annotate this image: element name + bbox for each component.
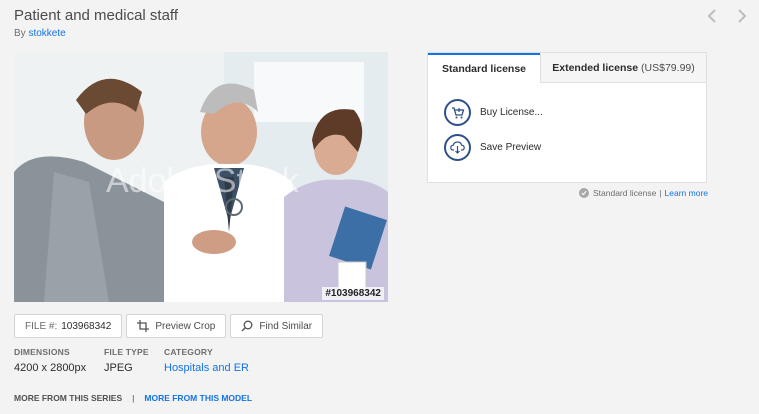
cart-icon — [444, 99, 471, 126]
learn-more-link[interactable]: Learn more — [665, 188, 708, 198]
category-link[interactable]: Hospitals and ER — [164, 362, 249, 374]
tab-extended-label: Extended license — [552, 61, 639, 74]
tab-extended-license[interactable]: Extended license (US$79.99) — [540, 53, 706, 83]
filetype-block: FILE TYPE JPEG — [104, 347, 149, 374]
cloud-download-icon — [444, 134, 471, 161]
save-preview-button[interactable]: Save Preview — [444, 134, 541, 161]
file-id-overlay: #103968342 — [322, 287, 384, 300]
chevron-left-icon[interactable] — [705, 8, 719, 24]
save-preview-label: Save Preview — [480, 142, 542, 153]
license-tabs: Standard license Extended license (US$79… — [428, 53, 706, 83]
tab-standard-license[interactable]: Standard license — [428, 53, 540, 83]
watermark-text: Adobe Stock — [106, 162, 300, 200]
find-similar-button[interactable]: Find Similar — [230, 314, 324, 338]
image-actions: FILE #: 103968342 Preview Crop Find Simi… — [14, 314, 324, 338]
byline: By stokkete — [14, 28, 66, 39]
image-navigation — [705, 8, 749, 24]
dimensions-value: 4200 x 2800px — [14, 362, 87, 374]
buy-license-label: Buy License... — [480, 107, 543, 118]
preview-crop-label: Preview Crop — [155, 320, 216, 332]
photo-illustration: Adobe Stock — [14, 52, 388, 302]
file-number-label: FILE #: — [25, 320, 58, 332]
more-links: MORE FROM THIS SERIES | MORE FROM THIS M… — [14, 393, 252, 403]
dimensions-label: DIMENSIONS — [14, 347, 70, 357]
filetype-value: JPEG — [104, 362, 133, 374]
author-link[interactable]: stokkete — [28, 28, 65, 39]
category-block: CATEGORY Hospitals and ER — [164, 347, 249, 374]
extended-price: (US$79.99) — [641, 61, 695, 74]
category-label: CATEGORY — [164, 347, 213, 357]
dimensions-block: DIMENSIONS 4200 x 2800px — [14, 347, 86, 374]
search-icon — [241, 320, 253, 332]
crop-icon — [137, 320, 150, 332]
more-links-separator: | — [132, 393, 135, 403]
more-from-model-link[interactable]: MORE FROM THIS MODEL — [144, 393, 252, 403]
page-title: Patient and medical staff — [14, 7, 178, 24]
byline-prefix: By — [14, 28, 26, 39]
filetype-label: FILE TYPE — [104, 347, 149, 357]
more-from-series-link[interactable]: MORE FROM THIS SERIES — [14, 393, 122, 403]
file-number-badge: FILE #: 103968342 — [14, 314, 123, 338]
find-similar-label: Find Similar — [259, 320, 313, 332]
buy-license-button[interactable]: Buy License... — [444, 99, 543, 126]
preview-crop-button[interactable]: Preview Crop — [126, 314, 227, 338]
file-number-value: 103968342 — [61, 320, 112, 332]
check-icon — [578, 188, 589, 198]
license-note-text: Standard license — [592, 188, 657, 198]
license-panel: Standard license Extended license (US$79… — [427, 52, 707, 183]
stock-photo[interactable]: Adobe Stock #103968342 — [14, 52, 388, 302]
tab-standard-label: Standard license — [441, 63, 527, 75]
license-note: Standard license | Learn more — [578, 188, 708, 198]
chevron-right-icon[interactable] — [735, 8, 749, 24]
license-note-separator: | — [659, 188, 662, 198]
